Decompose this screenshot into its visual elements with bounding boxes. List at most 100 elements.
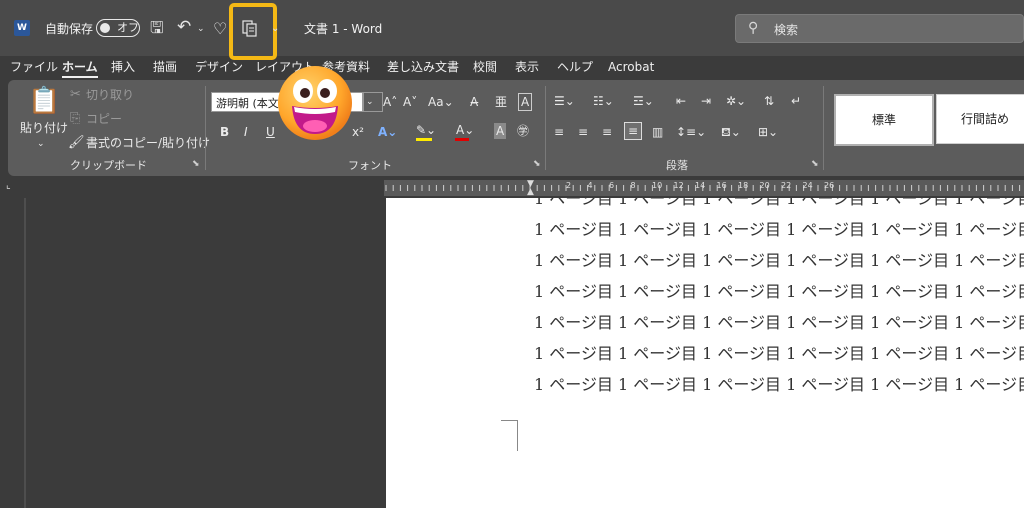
- phonetic-guide-icon[interactable]: 亜: [495, 94, 507, 110]
- autosave-state: オフ: [117, 21, 139, 34]
- tab-view[interactable]: 表示: [515, 59, 539, 75]
- font-color-icon[interactable]: A⌄: [456, 122, 474, 138]
- grow-font-icon[interactable]: A˄: [383, 94, 397, 110]
- style-normal[interactable]: 標準: [834, 94, 934, 146]
- justify-icon[interactable]: ≡: [624, 122, 643, 140]
- align-left-icon[interactable]: ≡: [554, 124, 564, 140]
- ribbon-tabs: ファイル ホーム 挿入 描画 デザイン レイアウト 参考資料 差し込み文書 校閲…: [0, 56, 1024, 78]
- doc-line: 1 ページ目 1 ページ目 1 ページ目 1 ページ目 1 ページ目 1 ページ…: [534, 198, 1024, 208]
- tab-review[interactable]: 校閲: [473, 59, 497, 75]
- tab-insert[interactable]: 挿入: [111, 59, 135, 75]
- font-color-bar: [455, 138, 469, 141]
- increase-indent-icon[interactable]: ⇥: [701, 93, 711, 109]
- doc-line: 1 ページ目 1 ページ目 1 ページ目 1 ページ目 1 ページ目 1 ページ…: [534, 282, 1024, 301]
- style-no-spacing[interactable]: 行間詰め: [936, 94, 1024, 144]
- font-size-dropdown-icon[interactable]: ⌄: [366, 94, 374, 110]
- show-marks-icon[interactable]: ↵: [791, 93, 801, 109]
- tab-selector[interactable]: ⌞: [0, 178, 26, 198]
- shading-icon[interactable]: ⛾⌄: [721, 124, 741, 140]
- bullets-icon[interactable]: ☰⌄: [554, 93, 575, 109]
- align-center-icon[interactable]: ≡: [578, 124, 588, 140]
- ruler-number: 26: [824, 181, 835, 190]
- search-icon: ⚲: [748, 20, 759, 36]
- shrink-font-icon[interactable]: A˅: [403, 94, 417, 110]
- document-background: [0, 198, 384, 508]
- cut-button[interactable]: 切り取り: [86, 87, 134, 103]
- sort-icon[interactable]: ⇅: [764, 93, 774, 109]
- highlight-box: [229, 3, 277, 60]
- format-painter-icon[interactable]: 🖌: [68, 135, 85, 151]
- clipboard-launcher-icon[interactable]: ⬊: [192, 159, 200, 169]
- horizontal-ruler[interactable]: 2 4 6 8 10 12 14 16 18 20 22 24 26 ▼ ▲: [384, 179, 1024, 197]
- line-spacing-icon[interactable]: ↕≡⌄: [676, 124, 706, 140]
- tab-help[interactable]: ヘルプ: [557, 59, 593, 75]
- search-placeholder: 検索: [774, 23, 799, 37]
- distributed-icon[interactable]: ▥: [652, 124, 663, 140]
- tab-design[interactable]: デザイン: [195, 59, 243, 75]
- customize-toolbar-icon[interactable]: ⌄: [271, 20, 279, 38]
- group-separator: [205, 86, 206, 170]
- hanging-indent-icon[interactable]: ▲: [527, 187, 534, 197]
- paragraph-group-label: 段落: [666, 159, 688, 172]
- cut-icon[interactable]: ✂: [70, 87, 81, 103]
- ruler-number: 22: [781, 181, 792, 190]
- borders-icon[interactable]: ⊞⌄: [758, 124, 778, 140]
- search-box[interactable]: ⚲ 検索: [735, 14, 1024, 43]
- grinning-face-icon: [278, 66, 352, 140]
- doc-line: 1 ページ目 1 ページ目 1 ページ目 1 ページ目 1 ページ目 1 ページ…: [534, 313, 1024, 332]
- font-group-label: フォント: [348, 159, 392, 172]
- doc-line: 1 ページ目 1 ページ目 1 ページ目 1 ページ目 1 ページ目 1 ページ…: [534, 375, 1024, 394]
- align-right-icon[interactable]: ≡: [602, 124, 612, 140]
- doc-line: 1 ページ目 1 ページ目 1 ページ目 1 ページ目 1 ページ目 1 ページ…: [534, 220, 1024, 239]
- tab-file[interactable]: ファイル: [10, 59, 58, 75]
- clear-formatting-icon[interactable]: A̶: [470, 94, 478, 110]
- text-effects-icon[interactable]: A⌄: [378, 124, 397, 140]
- char-shading-icon[interactable]: A: [494, 123, 507, 139]
- tab-mailings[interactable]: 差し込み文書: [387, 59, 459, 75]
- asian-layout-icon[interactable]: ✲⌄: [726, 93, 746, 109]
- multilevel-list-icon[interactable]: ☲⌄: [633, 93, 654, 109]
- change-case-icon[interactable]: Aa⌄: [428, 94, 454, 110]
- highlighter-icon[interactable]: ✎⌄: [416, 122, 436, 138]
- redo-icon[interactable]: ♡: [213, 20, 227, 38]
- highlight-color-bar: [416, 138, 432, 141]
- underline-icon[interactable]: U: [266, 124, 275, 140]
- ruler-number: 12: [673, 181, 684, 190]
- tab-draw[interactable]: 描画: [153, 59, 177, 75]
- word-logo-icon: W: [14, 20, 30, 36]
- decrease-indent-icon[interactable]: ⇤: [676, 93, 686, 109]
- undo-dropdown-icon[interactable]: ⌄: [197, 20, 205, 38]
- tab-stop-icon: ⌞: [6, 180, 11, 191]
- document-page[interactable]: 1 ページ目 1 ページ目 1 ページ目 1 ページ目 1 ページ目 1 ページ…: [386, 198, 1024, 508]
- vertical-ruler: [24, 198, 26, 508]
- doc-line: 1 ページ目 1 ページ目 1 ページ目 1 ページ目 1 ページ目 1 ページ…: [534, 344, 1024, 363]
- paste-dropdown-icon[interactable]: ⌄: [37, 136, 45, 152]
- copy-icon[interactable]: ⎘: [70, 111, 80, 127]
- tab-acrobat[interactable]: Acrobat: [608, 59, 654, 75]
- enclosed-char-icon[interactable]: ㊫: [517, 123, 529, 139]
- ruler-number: 8: [630, 181, 636, 190]
- autosave-toggle[interactable]: オフ: [96, 19, 140, 37]
- paste-button[interactable]: 貼り付け: [20, 120, 68, 136]
- paste-icon[interactable]: 📋: [28, 86, 60, 116]
- margin-corner-mark: [501, 420, 518, 451]
- tab-home[interactable]: ホーム: [62, 59, 98, 78]
- paragraph-launcher-icon[interactable]: ⬊: [811, 159, 819, 169]
- numbering-icon[interactable]: ☷⌄: [593, 93, 614, 109]
- ruler-number: 6: [609, 181, 615, 190]
- ruler-number: 4: [587, 181, 593, 190]
- save-icon[interactable]: 🖫: [150, 19, 164, 37]
- autosave-label: 自動保存: [45, 22, 94, 36]
- toggle-knob: [100, 23, 110, 33]
- bold-icon[interactable]: B: [220, 124, 229, 140]
- doc-line: 1 ページ目 1 ページ目 1 ページ目 1 ページ目 1 ページ目 1 ページ…: [534, 251, 1024, 270]
- document-title: 文書 1 - Word: [304, 22, 383, 36]
- italic-icon[interactable]: I: [244, 124, 248, 140]
- clipboard-group-label: クリップボード: [70, 159, 147, 172]
- format-painter-button[interactable]: 書式のコピー/貼り付け: [86, 135, 210, 151]
- undo-icon[interactable]: ↶: [177, 18, 191, 36]
- font-name-value: 游明朝 (本文: [216, 97, 279, 110]
- font-launcher-icon[interactable]: ⬊: [533, 159, 541, 169]
- copy-button[interactable]: コピー: [86, 111, 122, 127]
- char-border-icon[interactable]: A: [518, 93, 533, 111]
